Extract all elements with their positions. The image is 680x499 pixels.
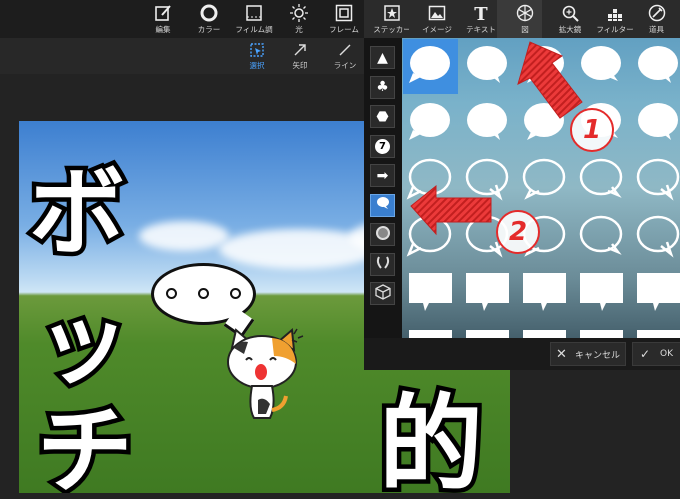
frame-icon (335, 4, 353, 22)
film-icon (246, 5, 262, 21)
annotation-number-1: 1 (570, 108, 614, 152)
arrow-right-icon: ➡ (376, 167, 389, 184)
cancel-label: キャンセル (574, 350, 620, 361)
tool-tools[interactable]: 道具 (633, 0, 680, 38)
image-icon (428, 5, 446, 21)
select-icon (250, 43, 264, 57)
sub-toolbar: 選択 矢印 ライン (0, 38, 370, 74)
subtool-select[interactable]: 選択 (237, 40, 277, 74)
arrow-icon (294, 44, 306, 56)
balloon-option[interactable] (517, 324, 572, 338)
shape-category-triangle[interactable]: ▲ (370, 46, 395, 69)
starburst-icon (375, 225, 391, 245)
balloon-option[interactable] (574, 210, 629, 265)
balloon-option[interactable] (460, 96, 515, 151)
balloon-option[interactable] (631, 39, 680, 94)
shape-category-arrow-right[interactable]: ➡ (370, 164, 395, 187)
cloud (139, 221, 229, 251)
balloon-option[interactable] (631, 210, 680, 265)
shape-category-speech-bubble[interactable] (370, 193, 395, 217)
balloon-option[interactable] (403, 324, 458, 338)
shape-category-laurel[interactable] (370, 252, 395, 276)
shape-category-badge[interactable]: ⬣ (370, 105, 395, 128)
triangle-icon: ▲ (377, 49, 388, 66)
balloon-option[interactable] (574, 267, 629, 322)
cube-icon (374, 283, 391, 304)
magnifier-icon (562, 5, 579, 22)
shape-category-club[interactable]: ♣ (370, 75, 395, 99)
balloon-option[interactable] (574, 39, 629, 94)
badge-icon: ⬣ (376, 108, 389, 125)
balloon-option[interactable] (631, 324, 680, 338)
balloon-option[interactable] (631, 153, 680, 208)
canvas-text-teki[interactable]: 的 (374, 359, 487, 494)
annotation-number-2: 2 (496, 210, 540, 254)
shape-category-number-badge[interactable]: 7 (370, 134, 395, 158)
balloon-option[interactable] (403, 210, 458, 265)
svg-text:T: T (474, 4, 488, 22)
cat-sticker[interactable] (222, 326, 304, 426)
speech-bubble-icon (376, 196, 390, 214)
balloon-option[interactable] (403, 96, 458, 151)
balloon-option[interactable] (517, 39, 572, 94)
cancel-button[interactable]: ✕ キャンセル (550, 342, 626, 366)
ok-label: OK (660, 349, 674, 359)
balloon-option[interactable] (631, 96, 680, 151)
bubble-dot (166, 288, 177, 299)
sticker-icon (384, 5, 400, 21)
balloon-option[interactable] (460, 39, 515, 94)
balloon-option[interactable] (517, 96, 572, 151)
balloon-option[interactable] (460, 267, 515, 322)
balloon-option[interactable] (517, 153, 572, 208)
subtool-line[interactable]: ライン (325, 40, 365, 74)
filter-grid-icon (608, 9, 622, 21)
balloon-grid-panel (402, 38, 680, 338)
balloon-option[interactable] (574, 324, 629, 338)
editor-app: 編集 カラー フィルム調 光 フレーム ステッカー イメージ T テキスト 図 … (0, 0, 680, 499)
number-badge-icon: 7 (375, 138, 390, 154)
canvas-text-bo[interactable]: ボ (25, 135, 130, 274)
balloon-option[interactable] (403, 267, 458, 322)
canvas-text-chi[interactable]: チ (33, 373, 138, 494)
balloon-option[interactable] (574, 153, 629, 208)
tools-icon (648, 4, 665, 22)
color-ring-icon (200, 4, 218, 22)
check-icon: ✓ (639, 347, 651, 361)
shape-category-column: ▲ ♣ ⬣ 7 ➡ (364, 38, 402, 370)
club-icon: ♣ (376, 79, 389, 95)
bubble-dot (230, 288, 241, 299)
balloon-option[interactable] (460, 324, 515, 338)
shape-category-cube[interactable] (370, 282, 395, 305)
top-toolbar: 編集 カラー フィルム調 光 フレーム ステッカー イメージ T テキスト 図 … (0, 0, 680, 38)
balloon-option[interactable] (403, 153, 458, 208)
bubble-dot (198, 288, 209, 299)
balloon-option[interactable] (517, 267, 572, 322)
text-t-icon: T (474, 4, 488, 22)
ok-button[interactable]: ✓ OK (632, 342, 680, 366)
sun-icon (290, 4, 308, 22)
subtool-arrow[interactable]: 矢印 (280, 40, 320, 74)
line-icon (339, 44, 351, 56)
shape-icon (516, 4, 534, 22)
laurel-icon (375, 254, 391, 274)
edit-icon (155, 5, 171, 21)
balloon-option[interactable] (403, 39, 458, 94)
balloon-option[interactable] (460, 153, 515, 208)
close-icon: ✕ (556, 346, 567, 362)
shape-category-starburst[interactable] (370, 223, 395, 246)
panel-footer: ✕ キャンセル ✓ OK (364, 338, 680, 370)
balloon-option[interactable] (631, 267, 680, 322)
